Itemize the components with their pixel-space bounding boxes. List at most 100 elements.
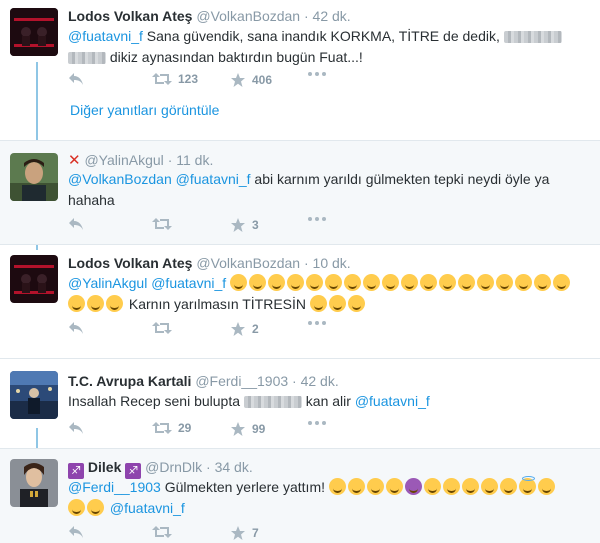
tweet[interactable]: Lodos Volkan Ateş @VolkanBozdan · 42 dk.… <box>0 0 600 140</box>
mention-link[interactable]: @YalinAkgul <box>68 275 147 291</box>
reply-icon <box>69 526 83 538</box>
grin-emoji <box>363 274 381 291</box>
user-handle[interactable]: @VolkanBozdan <box>196 8 300 24</box>
grin-emoji <box>347 295 365 312</box>
sweat-smile-emoji <box>477 274 495 291</box>
more-button[interactable] <box>308 72 326 76</box>
emoji-group <box>230 274 572 291</box>
emoji-group <box>68 295 125 312</box>
mention-link[interactable]: @fuatavni_f <box>176 171 251 187</box>
tweet-actions: 3 <box>68 217 368 237</box>
like-button[interactable]: 406 <box>230 72 272 88</box>
crying-emoji <box>385 478 403 495</box>
timestamp[interactable]: · 42 dk. <box>304 8 351 24</box>
more-icon <box>308 217 326 221</box>
smile-emoji <box>442 478 460 495</box>
timestamp[interactable]: · 10 dk. <box>304 255 351 271</box>
display-name[interactable]: T.C. Avrupa Kartali <box>68 373 191 389</box>
tweet-text: @YalinAkgul @fuatavni_f Karnın yarılması… <box>68 273 588 315</box>
crying-emoji <box>347 478 365 495</box>
mention-link[interactable]: @fuatavni_f <box>355 393 430 409</box>
crying-emoji <box>328 478 346 495</box>
tweet-text: Insallah Recep seni bulupta kan alir @fu… <box>68 391 588 412</box>
user-handle[interactable]: @YalinAkgul <box>84 152 163 168</box>
tweet[interactable]: Lodos Volkan Ateş @VolkanBozdan · 10 dk.… <box>0 245 600 345</box>
tweet-actions: 2 <box>68 321 368 341</box>
tweet-text: @VolkanBozdan @fuatavni_f abi karnım yar… <box>68 169 588 211</box>
like-button[interactable]: 3 <box>230 217 259 233</box>
crying-emoji <box>366 478 384 495</box>
tweet-text-part: kan alir <box>301 393 355 409</box>
retweet-count: 123 <box>178 72 199 86</box>
sweat-smile-emoji <box>515 274 533 291</box>
star-icon <box>231 73 245 87</box>
reply-button[interactable] <box>68 421 84 435</box>
mention-link[interactable]: @VolkanBozdan <box>68 171 172 187</box>
tweet-text-part: Sana güvendik, sana inandık KORKMA, TİTR… <box>142 28 504 44</box>
reply-button[interactable] <box>68 525 84 539</box>
user-handle[interactable]: @Ferdi__1903 <box>195 373 288 389</box>
redacted-text <box>503 31 562 44</box>
retweet-button[interactable] <box>152 525 172 539</box>
tears-of-joy-emoji <box>325 274 343 291</box>
tweet-header: ♐ Dilek ♐ @DrnDlk · 34 dk. <box>68 459 253 479</box>
user-handle[interactable]: @VolkanBozdan <box>196 255 300 271</box>
avatar[interactable] <box>10 255 58 303</box>
show-more-replies-link[interactable]: Diğer yanıtları görüntüle <box>70 102 219 118</box>
mention-link[interactable]: @fuatavni_f <box>151 275 226 291</box>
tweet[interactable]: T.C. Avrupa Kartali @Ferdi__1903 · 42 dk… <box>0 359 600 445</box>
retweet-button[interactable]: 29 <box>152 421 191 435</box>
mention-link[interactable]: @fuatavni_f <box>68 28 143 44</box>
grin-emoji <box>461 478 479 495</box>
reply-icon <box>69 218 83 230</box>
display-name[interactable]: Dilek <box>88 459 121 475</box>
retweet-icon <box>152 218 172 230</box>
grin-emoji <box>382 274 400 291</box>
grin-emoji <box>401 274 419 291</box>
grin-emoji <box>420 274 438 291</box>
blush-emoji <box>68 295 85 312</box>
like-button[interactable]: 7 <box>230 525 259 541</box>
hushed-emoji <box>68 499 85 516</box>
avatar[interactable] <box>10 8 58 56</box>
retweet-icon <box>152 322 172 334</box>
display-name[interactable]: Lodos Volkan Ateş <box>68 8 192 24</box>
user-handle[interactable]: @DrnDlk <box>145 459 202 475</box>
reply-button[interactable] <box>68 72 84 86</box>
avatar[interactable] <box>10 153 58 201</box>
mention-link[interactable]: @fuatavni_f <box>110 500 185 516</box>
tweet-text: @fuatavni_f Sana güvendik, sana inandık … <box>68 26 588 68</box>
tears-of-joy-emoji <box>249 274 267 291</box>
avatar[interactable] <box>10 371 58 419</box>
mention-link[interactable]: @Ferdi__1903 <box>68 479 161 495</box>
tweet-header: Lodos Volkan Ateş @VolkanBozdan · 10 dk. <box>68 255 351 271</box>
like-button[interactable]: 2 <box>230 321 259 337</box>
retweet-button[interactable] <box>152 321 172 335</box>
like-button[interactable]: 99 <box>230 421 265 437</box>
grin-emoji <box>309 295 327 312</box>
tweet-actions: 29 99 <box>68 421 368 441</box>
tweet[interactable]: ♐ Dilek ♐ @DrnDlk · 34 dk. @Ferdi__1903 … <box>0 449 600 543</box>
retweet-button[interactable] <box>152 217 172 231</box>
reply-button[interactable] <box>68 217 84 231</box>
retweet-button[interactable]: 123 <box>152 72 198 86</box>
grin-emoji <box>328 295 346 312</box>
tweet-header: T.C. Avrupa Kartali @Ferdi__1903 · 42 dk… <box>68 373 339 389</box>
timestamp[interactable]: · 11 dk. <box>168 152 214 168</box>
tweet[interactable]: ✕ @YalinAkgul · 11 dk. @VolkanBozdan @fu… <box>0 141 600 244</box>
more-button[interactable] <box>308 421 326 425</box>
more-button[interactable] <box>308 217 326 221</box>
timestamp[interactable]: · 42 dk. <box>292 373 339 389</box>
like-count: 2 <box>252 322 259 336</box>
timestamp[interactable]: · 34 dk. <box>206 459 253 475</box>
avatar[interactable] <box>10 459 58 507</box>
star-icon <box>231 322 245 336</box>
grin-emoji <box>499 478 517 495</box>
more-button[interactable] <box>308 321 326 325</box>
redacted-text <box>243 396 302 409</box>
blush-emoji <box>423 478 441 495</box>
display-name[interactable]: Lodos Volkan Ateş <box>68 255 192 271</box>
tweet-text-part: Insallah Recep seni bulupta <box>68 393 244 409</box>
reply-button[interactable] <box>68 321 84 335</box>
retweet-icon <box>152 526 172 538</box>
